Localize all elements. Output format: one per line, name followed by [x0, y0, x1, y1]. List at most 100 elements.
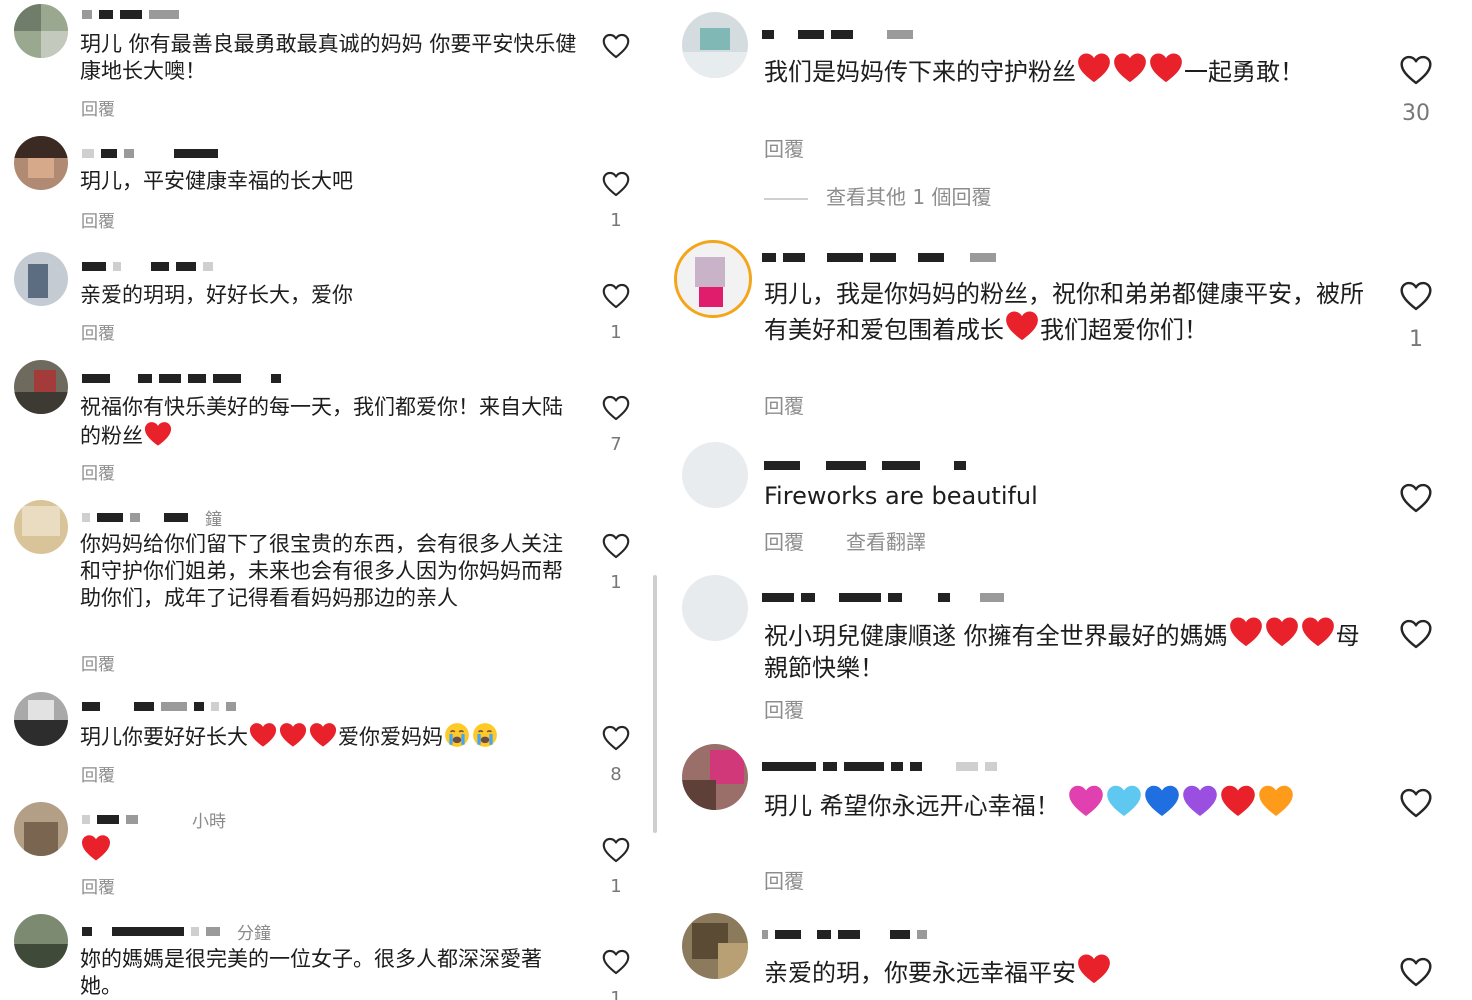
reply-button[interactable]: 回覆 — [81, 319, 115, 344]
timestamp: 小時 — [192, 812, 226, 832]
like-heart-icon[interactable] — [1399, 788, 1433, 818]
comment-item: 小時 回覆 1 — [0, 792, 658, 904]
comment-item: Fireworks are beautiful 回覆 查看翻譯 — [662, 430, 1472, 565]
like-heart-icon[interactable] — [602, 533, 630, 559]
avatar[interactable] — [682, 442, 748, 508]
reply-button[interactable]: 回覆 — [81, 459, 115, 484]
scrollbar[interactable] — [653, 575, 657, 833]
like-heart-icon[interactable] — [602, 837, 630, 863]
comment-item: 玥儿你要好好长大 爱你爱妈妈 回覆 8 — [0, 680, 658, 792]
avatar[interactable] — [14, 136, 68, 190]
reply-button[interactable]: 回覆 — [764, 390, 804, 419]
comment-item: 玥儿 你有最善良最勇敢最真诚的妈妈 你要平安快乐健康地长大噢！ 回覆 — [0, 0, 658, 128]
like-heart-icon[interactable] — [602, 33, 630, 59]
avatar[interactable] — [682, 575, 748, 641]
red-heart-emoji — [81, 834, 111, 862]
avatar[interactable] — [14, 914, 68, 968]
red-heart-emoji — [1005, 310, 1039, 342]
red-heart-emoji — [249, 722, 277, 748]
comment-item: 祝福你有快乐美好的每一天，我们都爱你！来自大陆的粉丝 回覆 7 — [0, 352, 658, 492]
like-heart-icon[interactable] — [1399, 483, 1433, 513]
avatar[interactable] — [14, 802, 68, 856]
comment-text: 我们是妈妈传下来的守护粉丝 一起勇敢！ — [764, 52, 1354, 88]
like-heart-icon[interactable] — [602, 725, 630, 751]
avatar[interactable] — [14, 360, 68, 414]
like-count: 8 — [610, 764, 622, 785]
comment-text: 亲爱的玥，你要永远幸福平安 — [764, 953, 1364, 989]
avatar[interactable] — [682, 12, 748, 78]
red-heart-emoji — [279, 722, 307, 748]
comment-item: 玥儿，平安健康幸福的长大吧 回覆 1 — [0, 128, 658, 240]
pink-heart-emoji — [1068, 784, 1104, 818]
red-heart-emoji — [1113, 52, 1147, 84]
avatar[interactable] — [682, 913, 748, 979]
username[interactable] — [82, 256, 220, 272]
avatar[interactable] — [674, 240, 752, 318]
username[interactable] — [82, 143, 225, 159]
blue-heart-emoji — [1144, 784, 1180, 818]
crying-face-emoji — [444, 722, 470, 748]
like-heart-icon[interactable] — [602, 283, 630, 309]
like-count: 7 — [610, 434, 622, 455]
reply-button[interactable]: 回覆 — [81, 761, 115, 786]
username[interactable]: 鐘 — [82, 505, 222, 530]
like-count: 1 — [1409, 327, 1423, 352]
username[interactable] — [764, 455, 973, 471]
reply-button[interactable]: 回覆 — [764, 694, 804, 723]
like-heart-icon[interactable] — [1399, 281, 1433, 311]
username[interactable] — [762, 247, 1003, 263]
like-heart-icon[interactable] — [602, 395, 630, 421]
timestamp: 分鐘 — [237, 924, 271, 944]
reply-button[interactable]: 回覆 — [81, 873, 115, 898]
username[interactable]: 小時 — [82, 807, 226, 832]
like-heart-icon[interactable] — [1399, 957, 1433, 987]
avatar[interactable] — [682, 744, 748, 810]
comment-text: 祝小玥兒健康順遂 你擁有全世界最好的媽媽 母親節快樂！ — [764, 616, 1364, 684]
reply-button[interactable]: 回覆 — [81, 207, 115, 232]
reply-button[interactable]: 回覆 — [81, 95, 115, 120]
timestamp: 鐘 — [205, 510, 222, 530]
red-heart-emoji — [1149, 52, 1183, 84]
crying-face-emoji — [472, 722, 498, 748]
red-heart-emoji — [1265, 616, 1299, 648]
panel-divider — [652, 0, 662, 1000]
like-count: 1 — [610, 210, 622, 231]
purple-heart-emoji — [1182, 784, 1218, 818]
username[interactable] — [762, 587, 1011, 603]
username[interactable] — [762, 24, 920, 40]
see-translation-button[interactable]: 查看翻譯 — [846, 526, 926, 555]
username[interactable] — [82, 368, 288, 384]
like-heart-icon[interactable] — [602, 171, 630, 197]
comment-item: 玥儿，我是你妈妈的粉丝，祝你和弟弟都健康平安，被所有美好和爱包围着成长 我们超爱你… — [662, 230, 1472, 430]
comment-text: 亲爱的玥玥，好好长大，爱你 — [80, 283, 353, 307]
avatar[interactable] — [14, 500, 68, 554]
light-blue-heart-emoji — [1106, 784, 1142, 818]
comment-text: 玥儿你要好好长大 爱你爱妈妈 — [80, 722, 600, 751]
username[interactable] — [82, 4, 186, 20]
view-more-replies[interactable]: 查看其他 1 個回覆 — [764, 181, 991, 210]
like-heart-icon[interactable] — [1399, 619, 1433, 649]
avatar[interactable] — [14, 4, 68, 58]
like-count: 30 — [1402, 101, 1430, 126]
comment-text: 玥儿，平安健康幸福的长大吧 — [80, 169, 353, 193]
comment-text: 玥儿，我是你妈妈的粉丝，祝你和弟弟都健康平安，被所有美好和爱包围着成长 我们超爱你… — [764, 280, 1364, 344]
like-heart-icon[interactable] — [602, 949, 630, 975]
reply-button[interactable]: 回覆 — [764, 133, 804, 162]
reply-button[interactable]: 回覆 — [81, 650, 115, 675]
avatar[interactable] — [14, 692, 68, 746]
comment-text — [80, 834, 580, 865]
comment-item: 我们是妈妈传下来的守护粉丝 一起勇敢！ 回覆 查看其他 1 個回覆 30 — [662, 0, 1472, 230]
username[interactable] — [82, 696, 243, 712]
avatar[interactable] — [14, 252, 68, 306]
username[interactable] — [762, 924, 934, 940]
reply-button[interactable]: 回覆 — [764, 526, 804, 555]
red-heart-emoji — [1220, 784, 1256, 818]
red-heart-emoji — [1229, 616, 1263, 648]
reply-button[interactable]: 回覆 — [764, 865, 804, 894]
username[interactable] — [762, 756, 1004, 772]
red-heart-emoji — [1077, 953, 1111, 985]
username[interactable]: 分鐘 — [82, 919, 271, 944]
like-heart-icon[interactable] — [1399, 55, 1433, 85]
red-heart-emoji — [144, 421, 172, 447]
like-count: 1 — [610, 322, 622, 343]
